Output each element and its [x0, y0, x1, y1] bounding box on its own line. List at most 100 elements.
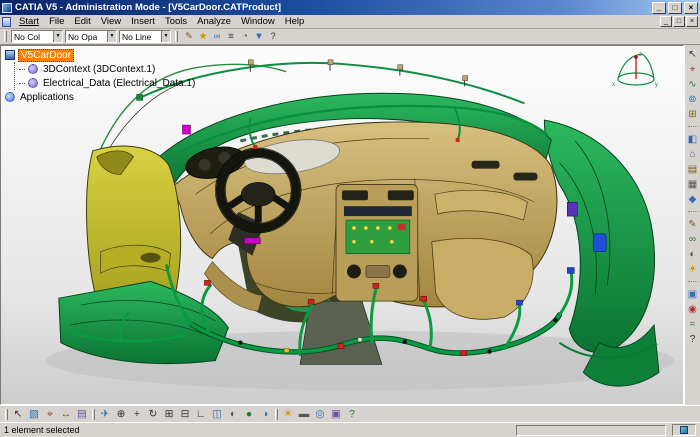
toolbar-handle[interactable]	[4, 31, 7, 42]
close-button[interactable]: ×	[684, 2, 698, 14]
mdi-minimize-button[interactable]: _	[660, 16, 672, 27]
menu-item-analyze[interactable]: Analyze	[192, 16, 236, 27]
bundle-icon[interactable]: ⊚	[686, 93, 700, 107]
workspace: V5CarDoor 3DContext (3DContext.1) Electr…	[0, 45, 700, 405]
menu-item-start[interactable]: Start	[14, 16, 44, 27]
help-icon[interactable]: ?	[266, 30, 280, 43]
shading-icon[interactable]: ●	[241, 407, 257, 422]
sun-icon[interactable]: ☀	[686, 263, 700, 277]
tree-node-3dcontext[interactable]: 3DContext (3DContext.1)	[41, 64, 157, 75]
link-icon[interactable]: ∞	[210, 30, 224, 43]
multi-view-icon[interactable]: ◫	[209, 407, 225, 422]
power-input-box[interactable]	[672, 424, 696, 436]
tree-children: 3DContext (3DContext.1) Electrical_Data …	[14, 62, 197, 90]
product-icon	[5, 50, 15, 60]
toolbar-separator	[688, 126, 698, 132]
select-arrow-icon[interactable]: ↖	[686, 48, 700, 62]
mdi-restore-button[interactable]: □	[673, 16, 685, 27]
zoom-out-icon[interactable]: ⊟	[177, 407, 193, 422]
pan-icon[interactable]: +	[129, 407, 145, 422]
support-icon[interactable]: ⊞	[686, 108, 700, 122]
help-icon[interactable]: ?	[344, 407, 360, 422]
normal-view-icon[interactable]: ∟	[193, 407, 209, 422]
frame-icon[interactable]: ▣	[686, 288, 700, 302]
fit-all-icon[interactable]: ⊕	[113, 407, 129, 422]
part-cube-icon[interactable]: ▧	[26, 407, 42, 422]
menu-item-insert[interactable]: Insert	[126, 16, 160, 27]
diamond-icon[interactable]: ◆	[686, 193, 700, 207]
tree-node-root[interactable]: V5CarDoor	[18, 49, 74, 62]
electrical-gear-icon	[28, 78, 38, 88]
home-icon[interactable]: ⌂	[686, 148, 700, 162]
menu-item-file[interactable]: File	[44, 16, 69, 27]
wire-route-icon[interactable]: ∿	[686, 78, 700, 92]
grid-icon[interactable]: ▦	[686, 178, 700, 192]
tree-node-electrical-data[interactable]: Electrical_Data (Electrical_Data.1)	[41, 78, 197, 89]
ground-icon[interactable]: ▬	[296, 407, 312, 422]
combo-no-opa[interactable]: No Opa▼	[65, 30, 117, 43]
chevron-down-icon[interactable]: ▼	[107, 31, 116, 42]
catalog-icon[interactable]: ▤	[686, 163, 700, 177]
headlight-icon[interactable]: ☀	[280, 407, 296, 422]
pencil-icon[interactable]: ✎	[686, 218, 700, 232]
menu-item-help[interactable]: Help	[280, 16, 310, 27]
zoom-in-icon[interactable]: ⊞	[161, 407, 177, 422]
mdi-close-button[interactable]: ×	[686, 16, 698, 27]
render-style-icon[interactable]: ◐	[225, 407, 241, 422]
document-icon	[2, 17, 11, 27]
measure-icon[interactable]: ↔	[58, 407, 74, 422]
combo-no-col[interactable]: No Col ▼	[11, 30, 63, 43]
tree-node-applications[interactable]: Applications	[18, 92, 76, 103]
list-icon[interactable]: ≡	[224, 30, 238, 43]
hide-show-icon[interactable]: ◑	[257, 407, 273, 422]
contrast-icon[interactable]: ◐	[686, 248, 700, 262]
select-arrow-icon[interactable]: ↖	[10, 407, 26, 422]
axis-target-icon[interactable]: ⌖	[42, 407, 58, 422]
specification-tree: V5CarDoor 3DContext (3DContext.1) Electr…	[5, 48, 197, 104]
tree-row: 3DContext (3DContext.1)	[19, 62, 197, 76]
magenta-connector[interactable]	[182, 125, 190, 134]
catalog-icon[interactable]: ▤	[74, 407, 90, 422]
combo-value: No Col	[14, 32, 40, 42]
circle-icon[interactable]: ◉	[686, 303, 700, 317]
minimize-button[interactable]: _	[652, 2, 666, 14]
wave-icon[interactable]: ≈	[686, 318, 700, 332]
magnifier-icon[interactable]: ◎	[312, 407, 328, 422]
infinity-icon[interactable]: ∞	[686, 233, 700, 247]
globe-icon[interactable]: ◔	[238, 30, 252, 43]
chevron-down-icon[interactable]: ▼	[53, 31, 62, 42]
menu-item-edit[interactable]: Edit	[69, 16, 95, 27]
svg-text:x: x	[612, 82, 615, 88]
filter-icon[interactable]: ▼	[252, 30, 266, 43]
chevron-down-icon[interactable]: ▼	[161, 31, 170, 42]
painter-icon[interactable]: ✎	[182, 30, 196, 43]
svg-text:z: z	[639, 52, 642, 58]
mdi-window-buttons: _ □ ×	[659, 16, 698, 27]
depth-effect-icon[interactable]: ▣	[328, 407, 344, 422]
combo-no-line[interactable]: No Line▼	[119, 30, 171, 43]
menubar: StartFileEditViewInsertToolsAnalyzeWindo…	[0, 15, 700, 29]
menu-item-tools[interactable]: Tools	[160, 16, 192, 27]
panel-icon[interactable]: ◧	[686, 133, 700, 147]
rotate-icon[interactable]: ↻	[145, 407, 161, 422]
toolbar-handle[interactable]	[92, 409, 95, 420]
titlebar: CATIA V5 - Administration Mode - [V5CarD…	[0, 0, 700, 15]
toolbar-separator	[688, 281, 698, 287]
compass-icon[interactable]: x y z	[609, 48, 661, 94]
help-icon[interactable]: ?	[686, 333, 700, 347]
purple-component[interactable]	[567, 202, 577, 216]
toolbar-handle[interactable]	[175, 31, 178, 42]
wizard-star-icon[interactable]: ★	[196, 30, 210, 43]
command-field[interactable]	[516, 425, 666, 436]
fly-mode-icon[interactable]: ✈	[97, 407, 113, 422]
menu-items: StartFileEditViewInsertToolsAnalyzeWindo…	[14, 16, 309, 27]
maximize-button[interactable]: □	[668, 2, 682, 14]
target-icon[interactable]: ⌖	[686, 63, 700, 77]
menu-item-view[interactable]: View	[96, 16, 126, 27]
menu-item-window[interactable]: Window	[236, 16, 280, 27]
magenta-bar[interactable]	[244, 238, 260, 244]
toolbar-handle[interactable]	[5, 409, 8, 420]
3d-viewport[interactable]: V5CarDoor 3DContext (3DContext.1) Electr…	[0, 45, 684, 405]
toolbar-handle[interactable]	[275, 409, 278, 420]
blue-connector[interactable]	[593, 234, 606, 252]
